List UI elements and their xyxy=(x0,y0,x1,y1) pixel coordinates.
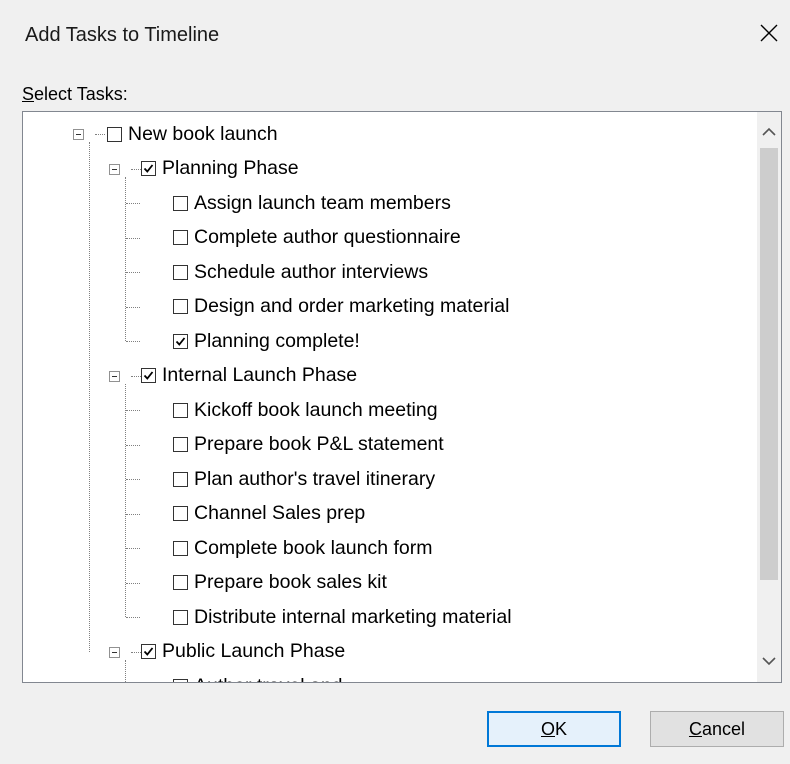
cancel-accel: C xyxy=(688,718,702,739)
scroll-down-button[interactable] xyxy=(757,650,781,674)
tree-item[interactable]: Channel Sales prep xyxy=(173,497,365,531)
tree-item[interactable]: New book launch xyxy=(107,117,278,151)
tree-item-label: Prepare book sales kit xyxy=(194,571,387,593)
tree-connector-line xyxy=(126,306,140,308)
checkmark-icon xyxy=(143,371,154,380)
tree-item-checkbox[interactable] xyxy=(173,402,188,418)
collapse-icon[interactable] xyxy=(73,129,84,141)
ok-button[interactable]: OK xyxy=(487,711,621,747)
scroll-up-button[interactable] xyxy=(757,120,781,144)
task-tree[interactable]: New book launch Planning Phase Assign laun… xyxy=(23,112,757,682)
tree-connector-line xyxy=(89,142,90,652)
tree-connector-line xyxy=(126,272,140,274)
tree-item-checkbox[interactable] xyxy=(107,126,122,142)
tree-item-checkbox[interactable] xyxy=(173,678,188,682)
select-tasks-label: Select Tasks: xyxy=(22,84,128,105)
tree-item-label: Complete book launch form xyxy=(194,536,433,559)
checkmark-icon xyxy=(143,647,154,656)
chevron-down-icon xyxy=(762,653,776,671)
tree-connector-line xyxy=(126,237,140,239)
tree-connector-line xyxy=(126,410,140,412)
tree-item-label: Plan author's travel itinerary xyxy=(194,467,436,490)
tree-item[interactable]: Distribute internal marketing material xyxy=(173,600,512,634)
tree-connector-line xyxy=(131,651,141,653)
tree-connector-line xyxy=(125,176,126,342)
collapse-icon[interactable] xyxy=(109,646,120,658)
tree-item-checkbox[interactable] xyxy=(173,609,188,625)
tree-connector-line xyxy=(126,341,140,343)
tree-item[interactable]: Complete book launch form xyxy=(173,531,432,565)
tree-item-checkbox[interactable] xyxy=(173,471,188,487)
tree-item-label: Planning complete! xyxy=(194,329,360,352)
tree-connector-line xyxy=(131,375,141,377)
tree-item-label: Schedule author interviews xyxy=(194,260,429,283)
tree-item[interactable]: Complete author questionnaire xyxy=(173,221,461,255)
ok-accel: O xyxy=(540,718,555,739)
ok-rest: K xyxy=(555,718,568,739)
task-tree-box[interactable]: New book launch Planning Phase Assign laun… xyxy=(22,111,782,683)
tree-item-checkbox[interactable] xyxy=(173,333,188,349)
tree-item-checkbox[interactable] xyxy=(141,161,156,176)
tree-item[interactable]: Schedule author interviews xyxy=(173,255,428,289)
collapse-icon[interactable] xyxy=(109,163,120,175)
tree-item[interactable]: Design and order marketing material xyxy=(173,290,509,324)
chevron-up-icon xyxy=(762,123,776,141)
cancel-rest: ancel xyxy=(701,718,746,739)
tree-connector-line xyxy=(126,582,140,584)
tree-item-label: Internal Launch Phase xyxy=(162,364,358,386)
tree-item-checkbox[interactable] xyxy=(141,368,156,383)
tree-connector-line xyxy=(126,203,140,205)
tree-item-label: Author travel and xyxy=(194,675,343,683)
tree-item[interactable]: Plan author's travel itinerary xyxy=(173,462,435,496)
tree-item[interactable]: Planning complete! xyxy=(173,324,360,358)
tree-connector-line xyxy=(126,479,140,481)
tree-item[interactable]: Public Launch Phase xyxy=(141,635,345,669)
tree-item-label: New book launch xyxy=(128,122,278,145)
tree-connector-line xyxy=(126,548,140,550)
tree-item[interactable]: Prepare book sales kit xyxy=(173,566,387,600)
tree-item-checkbox[interactable] xyxy=(173,299,188,314)
tree-connector-line xyxy=(126,617,140,619)
close-icon xyxy=(760,24,778,47)
tree-item-checkbox[interactable] xyxy=(173,230,188,245)
scrollbar-thumb[interactable] xyxy=(760,148,778,580)
tree-item-checkbox[interactable] xyxy=(173,195,188,211)
tree-item-label: Complete author questionnaire xyxy=(194,226,461,248)
tree-item-label: Assign launch team members xyxy=(194,191,451,214)
tree-item-checkbox[interactable] xyxy=(173,264,188,280)
tree-item-checkbox[interactable] xyxy=(173,437,188,452)
tree-item-label: Public Launch Phase xyxy=(162,640,346,662)
tree-item[interactable]: Planning Phase xyxy=(141,152,299,186)
tree-item-checkbox[interactable] xyxy=(173,575,188,590)
tree-item-label: Planning Phase xyxy=(162,157,299,179)
checkmark-icon xyxy=(143,164,154,173)
tree-item-label: Design and order marketing material xyxy=(194,295,510,317)
tree-connector-line xyxy=(125,659,126,682)
tree-item-checkbox[interactable] xyxy=(173,540,188,556)
tree-item[interactable]: Internal Launch Phase xyxy=(141,359,357,393)
tree-item-label: Channel Sales prep xyxy=(194,502,366,524)
tree-item[interactable]: Kickoff book launch meeting xyxy=(173,393,438,427)
tree-item-checkbox[interactable] xyxy=(173,506,188,521)
close-button[interactable] xyxy=(752,18,786,52)
checkmark-icon xyxy=(175,336,186,346)
tree-item-label: Distribute internal marketing material xyxy=(194,605,512,628)
cancel-button[interactable]: Cancel xyxy=(650,711,784,747)
tree-item-checkbox[interactable] xyxy=(141,644,156,659)
dialog-title: Add Tasks to Timeline xyxy=(25,24,220,46)
select-tasks-text: elect Tasks: xyxy=(34,84,128,104)
tree-item[interactable]: Assign launch team members xyxy=(173,186,451,220)
vertical-scrollbar[interactable] xyxy=(757,112,781,682)
select-tasks-accel: S xyxy=(22,84,35,104)
tree-connector-line xyxy=(95,134,105,136)
tree-connector-line xyxy=(126,444,140,446)
tree-connector-line xyxy=(131,168,141,170)
tree-item[interactable]: Author travel and xyxy=(173,669,343,683)
tree-item-label: Prepare book P&L statement xyxy=(194,433,444,455)
tree-connector-line xyxy=(126,513,140,515)
tree-item[interactable]: Prepare book P&L statement xyxy=(173,428,444,462)
collapse-icon[interactable] xyxy=(109,370,120,382)
tree-item-label: Kickoff book launch meeting xyxy=(194,398,438,421)
